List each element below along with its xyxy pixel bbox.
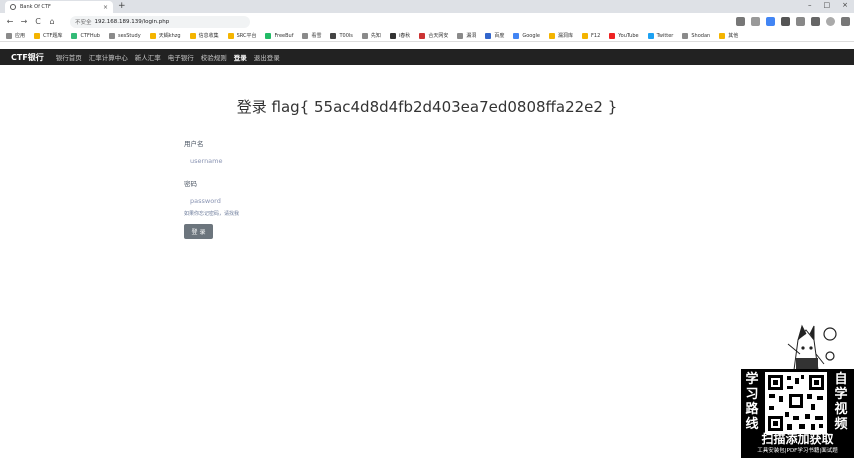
site-navbar: CTF银行 银行首页 汇率计算中心 新人汇率 电子银行 校验规则 登录 退出登录 — [0, 49, 854, 65]
username-input[interactable]: username — [184, 157, 484, 165]
not-secure-label: 不安全 — [75, 19, 92, 26]
mascot-image — [787, 324, 837, 370]
reload-button[interactable]: C — [32, 17, 44, 26]
folder-icon — [34, 32, 41, 39]
bookmark-item[interactable]: CTF题库 — [34, 32, 62, 39]
bookmark-item[interactable]: Twitter — [647, 32, 673, 39]
page-title: 登录 flag{ 55ac4d8d4fb2d403ea7ed0808ffa22e… — [236, 98, 618, 116]
bookmark-item[interactable]: 百度 — [485, 32, 504, 39]
folder-icon — [189, 32, 196, 39]
nav-link-exchange-center[interactable]: 汇率计算中心 — [89, 52, 128, 62]
bookmark-item[interactable]: Google — [513, 32, 540, 39]
bookmark-item[interactable]: i春秋 — [389, 32, 410, 39]
nav-link-ebank[interactable]: 电子银行 — [168, 52, 194, 62]
extension-icon[interactable] — [751, 17, 760, 26]
bookmark-icon — [361, 32, 368, 39]
twitter-icon — [647, 32, 654, 39]
promo-tools-text: 工具安装包|PDF学习书籍|面试题 — [757, 448, 838, 454]
tab-close-icon[interactable]: × — [103, 4, 108, 11]
new-tab-button[interactable]: + — [118, 1, 126, 11]
minimize-button[interactable]: – — [808, 1, 812, 9]
address-bar[interactable]: 不安全 192.168.189.139 /login.php — [70, 15, 250, 28]
tab-title: Bank Of CTF — [20, 4, 51, 10]
bookmark-icon — [330, 32, 337, 39]
bookmark-icon — [302, 32, 309, 39]
folder-icon — [582, 32, 589, 39]
forward-button[interactable]: → — [18, 17, 30, 26]
bookmark-item[interactable]: 看雪 — [302, 32, 321, 39]
bookmark-item[interactable]: sesStudy — [108, 32, 141, 39]
bookmark-icon — [71, 32, 78, 39]
apps-icon — [6, 32, 12, 39]
bookmark-item[interactable]: FreeBuf — [265, 32, 293, 39]
profile-avatar[interactable] — [826, 17, 835, 26]
bookmark-icon — [108, 32, 115, 39]
bookmark-item[interactable]: 漏洞 — [457, 32, 476, 39]
promo-qr-panel: 学习路线 自学视频 扫描添加获取 工具安装包|PDF学习书籍|面试题 — [741, 369, 854, 458]
bookmark-item[interactable]: T00ls — [330, 32, 353, 39]
nav-link-rules[interactable]: 校验规则 — [201, 52, 227, 62]
browser-tabstrip: Bank Of CTF × + – □ × — [0, 0, 854, 13]
bookmark-item[interactable]: 应用 — [6, 32, 25, 39]
browser-tab[interactable]: Bank Of CTF × — [5, 1, 113, 13]
maximize-button[interactable]: □ — [824, 1, 831, 9]
bookmark-icon — [265, 32, 272, 39]
browser-toolbar: ← → C ⌂ 不安全 192.168.189.139 /login.php — [0, 13, 854, 30]
folder-icon — [549, 32, 555, 39]
globe-icon — [10, 4, 16, 10]
bookmark-icon — [389, 32, 396, 39]
google-icon — [513, 32, 520, 39]
password-input[interactable]: password — [184, 197, 484, 205]
bookmark-icon — [419, 32, 426, 39]
bookmark-item[interactable]: 先知 — [361, 32, 381, 39]
close-window-button[interactable]: × — [842, 1, 848, 9]
address-path: /login.php — [141, 18, 170, 25]
nav-link-login[interactable]: 登录 — [234, 52, 247, 62]
nav-link-new-rate[interactable]: 新人汇率 — [135, 52, 161, 62]
promo-left-text: 学习路线 — [745, 372, 759, 432]
forgot-password-hint: 如果你忘记密码，请找我 — [184, 211, 240, 217]
bookmark-item[interactable]: 天蝎khzg — [149, 32, 181, 39]
folder-icon — [149, 32, 156, 39]
login-button[interactable]: 登 录 — [184, 224, 213, 239]
folder-icon — [227, 32, 234, 39]
menu-icon[interactable] — [841, 17, 850, 26]
nav-link-home[interactable]: 银行首页 — [56, 52, 82, 62]
username-label: 用户名 — [184, 140, 204, 148]
extension-icon[interactable] — [766, 17, 775, 26]
extension-icon[interactable] — [736, 17, 745, 26]
bookmark-item[interactable]: 其他 — [719, 32, 738, 39]
folder-icon — [719, 32, 726, 39]
back-button[interactable]: ← — [4, 17, 16, 26]
bookmark-icon — [457, 32, 464, 39]
bookmark-icon — [485, 32, 492, 39]
qr-code-icon — [765, 372, 827, 434]
extension-icon[interactable] — [796, 17, 805, 26]
bookmark-item[interactable]: Shodan — [682, 32, 710, 39]
bookmark-item[interactable]: YouTube — [609, 32, 639, 39]
bookmarks-bar: 应用 CTF题库 CTFHub sesStudy 天蝎khzg 信息收集 SRC… — [0, 30, 854, 42]
extension-icon[interactable] — [781, 17, 790, 26]
bookmark-item[interactable]: CTFHub — [71, 32, 100, 39]
window-controls: – □ × — [808, 1, 848, 9]
bookmark-item[interactable]: F12 — [582, 32, 600, 39]
bookmark-item[interactable]: 合天网安 — [419, 32, 448, 39]
bookmark-icon — [682, 32, 689, 39]
promo-right-text: 自学视频 — [834, 372, 848, 432]
home-button[interactable]: ⌂ — [46, 17, 58, 26]
extension-icon[interactable] — [811, 17, 820, 26]
bookmark-item[interactable]: 信息收集 — [189, 32, 219, 39]
nav-link-logout[interactable]: 退出登录 — [254, 52, 280, 62]
promo-scan-text: 扫描添加获取 — [761, 432, 834, 446]
bookmark-item[interactable]: SRC平台 — [227, 32, 256, 39]
youtube-icon — [609, 32, 616, 39]
password-label: 密码 — [184, 180, 197, 188]
site-brand[interactable]: CTF银行 — [11, 52, 44, 63]
login-form: 用户名 username 密码 password 如果你忘记密码，请找我 登 录 — [184, 138, 484, 239]
bookmark-item[interactable]: 漏洞库 — [549, 32, 573, 39]
address-host: 192.168.189.139 — [94, 18, 142, 25]
